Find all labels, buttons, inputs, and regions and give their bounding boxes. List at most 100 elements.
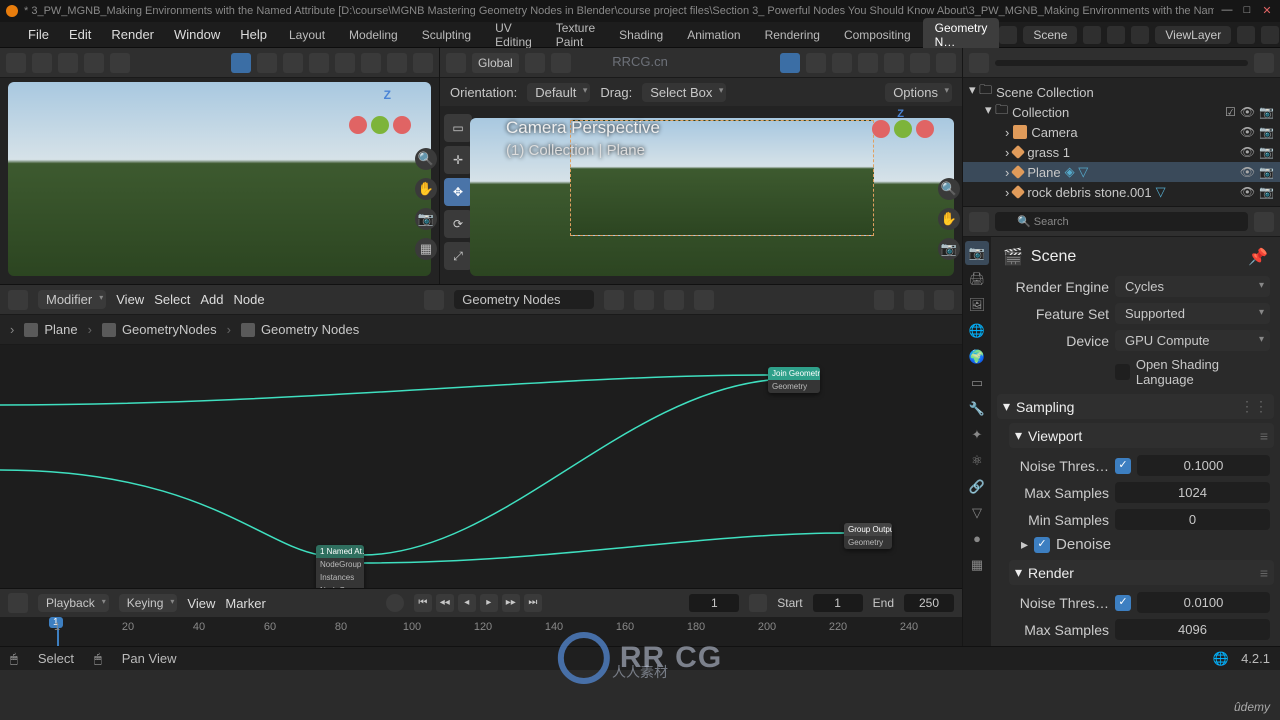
tab-render-icon[interactable]: 📷 <box>965 241 989 265</box>
node-menu-add[interactable]: Add <box>200 292 223 307</box>
orientation-global[interactable]: Global <box>472 53 519 73</box>
axis-y-icon[interactable] <box>371 116 389 134</box>
overlay-toggle-icon[interactable] <box>257 53 277 73</box>
r-noise-checkbox[interactable]: ✓ <box>1115 595 1131 611</box>
node-named-attribute-group[interactable]: 1 Named At… NodeGroup Instances NodeGrou… <box>316 545 364 588</box>
overlay-toggle-icon[interactable] <box>806 53 826 73</box>
vp-noise-checkbox[interactable]: ✓ <box>1115 458 1131 474</box>
render-icon[interactable]: 📷 <box>1259 145 1274 159</box>
render-icon[interactable]: 📷 <box>1259 105 1274 119</box>
tab-texture-icon[interactable]: ▦ <box>965 553 989 577</box>
snap-toggle-icon[interactable] <box>525 53 545 73</box>
start-frame-input[interactable]: 1 <box>813 594 863 612</box>
camera-icon[interactable]: 📷 <box>938 238 960 260</box>
pan-icon[interactable]: ✋ <box>415 178 437 200</box>
eye-icon[interactable]: 👁 <box>1240 125 1255 139</box>
menu-edit[interactable]: Edit <box>59 27 101 42</box>
properties-search-input[interactable]: 🔍 Search <box>995 212 1248 231</box>
tab-modeling[interactable]: Modeling <box>337 25 410 45</box>
viewlayer-browse-button[interactable] <box>1131 26 1149 44</box>
tab-modifier-icon[interactable]: 🔧 <box>965 397 989 421</box>
fake-user-icon[interactable] <box>604 290 624 310</box>
keyframe-prev-button[interactable]: ◂◂ <box>436 594 454 612</box>
vp-min-samples-input[interactable]: 0 <box>1115 509 1270 530</box>
shading-wire-icon[interactable] <box>309 53 329 73</box>
sampling-section[interactable]: ▾ Sampling⋮⋮ <box>997 394 1274 419</box>
axis-z-icon[interactable] <box>393 116 411 134</box>
shading-solid-icon[interactable] <box>884 53 904 73</box>
eye-icon[interactable]: 👁 <box>1240 165 1255 179</box>
axis-y-icon[interactable] <box>894 120 912 138</box>
eye-icon[interactable]: 👁 <box>1240 185 1255 199</box>
tab-world-icon[interactable]: 🌍 <box>965 345 989 369</box>
tab-texture-paint[interactable]: Texture Paint <box>544 18 607 52</box>
vp-max-samples-input[interactable]: 1024 <box>1115 482 1270 503</box>
proportional-icon[interactable] <box>110 53 130 73</box>
snap-type-icon[interactable] <box>551 53 571 73</box>
render-icon[interactable]: 📷 <box>1259 165 1274 179</box>
tab-shading[interactable]: Shading <box>607 25 675 45</box>
modifier-dropdown[interactable]: Modifier <box>38 290 106 309</box>
device-select[interactable]: GPU Compute <box>1115 330 1270 351</box>
filter-icon[interactable] <box>1254 53 1274 73</box>
tab-particles-icon[interactable]: ✦ <box>965 423 989 447</box>
node-display-icon[interactable] <box>934 290 954 310</box>
shading-rendered-icon[interactable] <box>387 53 407 73</box>
keyframe-next-button[interactable]: ▸▸ <box>502 594 520 612</box>
drag-dropdown[interactable]: Select Box <box>642 83 726 102</box>
options-dropdown[interactable]: Options <box>885 83 952 102</box>
tab-uv-editing[interactable]: UV Editing <box>483 18 544 52</box>
editor-type-icon[interactable] <box>6 53 26 73</box>
jump-start-button[interactable]: ⏮ <box>414 594 432 612</box>
render-section[interactable]: ▾ Render≡ <box>1009 560 1274 585</box>
editor-type-icon[interactable] <box>8 593 28 613</box>
axis-x-icon[interactable] <box>349 116 367 134</box>
editor-type-icon[interactable] <box>8 290 28 310</box>
current-frame-input[interactable]: 1 <box>689 594 739 612</box>
pan-icon[interactable]: ✋ <box>938 208 960 230</box>
render-engine-select[interactable]: Cycles <box>1115 276 1270 297</box>
scene-selector[interactable]: Scene <box>1023 26 1077 44</box>
shading-solid-icon[interactable] <box>335 53 355 73</box>
chevron-right-icon[interactable]: › <box>1005 145 1009 160</box>
tab-viewlayer-icon[interactable]: 🖼 <box>965 293 989 317</box>
render-icon[interactable]: 📷 <box>1259 185 1274 199</box>
viewlayer-new-button[interactable] <box>1237 26 1255 44</box>
outliner-search-input[interactable] <box>995 60 1248 66</box>
jump-end-button[interactable]: ⏭ <box>524 594 542 612</box>
tab-rendering[interactable]: Rendering <box>753 25 832 45</box>
denoise-label[interactable]: Denoise <box>1056 536 1111 553</box>
viewport-right[interactable]: Global Orientation: Default Drag: <box>440 48 962 284</box>
editor-type-icon[interactable] <box>446 53 466 73</box>
menu-render[interactable]: Render <box>101 27 164 42</box>
scene-new-button[interactable] <box>1083 26 1101 44</box>
chevron-right-icon[interactable]: › <box>1005 185 1009 200</box>
crumb-nodetree[interactable]: GeometryNodes <box>122 322 217 337</box>
autokey-icon[interactable] <box>386 594 404 612</box>
shading-matprev-icon[interactable] <box>910 53 930 73</box>
node-menu-node[interactable]: Node <box>233 292 264 307</box>
options-icon[interactable] <box>1254 212 1274 232</box>
window-minimize-button[interactable]: — <box>1220 4 1234 18</box>
crumb-nodetree-inner[interactable]: Geometry Nodes <box>261 322 359 337</box>
tool-move[interactable]: ✥ <box>444 178 472 206</box>
perspective-icon[interactable]: ▦ <box>415 238 437 260</box>
tab-sculpting[interactable]: Sculpting <box>410 25 483 45</box>
node-overlay-icon[interactable] <box>904 290 924 310</box>
shading-wire-icon[interactable] <box>858 53 878 73</box>
zoom-icon[interactable]: 🔍 <box>938 178 960 200</box>
viewlayer-delete-button[interactable] <box>1261 26 1279 44</box>
eye-icon[interactable]: 👁 <box>1240 145 1255 159</box>
tool-cursor[interactable]: ✛ <box>444 146 472 174</box>
editor-type-icon[interactable] <box>969 53 989 73</box>
r-noise-input[interactable]: 0.0100 <box>1137 592 1270 613</box>
clock-icon[interactable] <box>749 594 767 612</box>
axis-x-icon[interactable] <box>872 120 890 138</box>
tab-object-icon[interactable]: ▭ <box>965 371 989 395</box>
timeline-menu-marker[interactable]: Marker <box>225 596 265 611</box>
node-join-geometry[interactable]: Join Geometry Geometry <box>768 367 820 393</box>
menu-help[interactable]: Help <box>230 27 277 42</box>
tab-output-icon[interactable]: 🖨 <box>965 267 989 291</box>
exclude-checkbox[interactable]: ☑ <box>1225 105 1236 119</box>
play-reverse-button[interactable]: ◂ <box>458 594 476 612</box>
